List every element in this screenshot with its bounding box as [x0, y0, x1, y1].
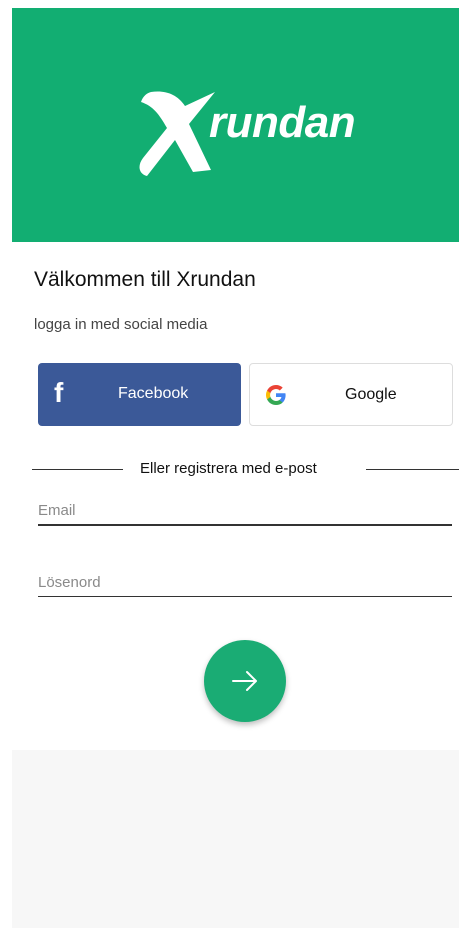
divider-text: Eller registrera med e-post [140, 460, 317, 477]
x-mark-icon [139, 91, 215, 176]
divider-line-right [366, 469, 459, 470]
logo-wordmark: rundan [209, 98, 356, 147]
login-screen: rundan Välkommen till Xrundan logga in m… [12, 8, 459, 928]
footer-area [12, 750, 459, 928]
facebook-login-button[interactable]: f Facebook [38, 363, 241, 426]
password-input[interactable] [38, 570, 452, 594]
google-button-label: Google [345, 386, 397, 403]
facebook-icon: f [54, 377, 64, 408]
email-field [38, 498, 452, 526]
password-field [38, 570, 452, 597]
email-divider: Eller registrera med e-post [32, 460, 459, 480]
email-input[interactable] [38, 498, 452, 522]
xrundan-logo: rundan [137, 84, 357, 184]
page-title: Välkommen till Xrundan [34, 268, 256, 291]
google-login-button[interactable]: Google [249, 363, 453, 426]
facebook-button-label: Facebook [118, 385, 189, 402]
divider-line-left [32, 469, 123, 470]
page-subtitle: logga in med social media [34, 316, 208, 333]
arrow-right-icon [232, 671, 257, 691]
hero-banner: rundan [12, 8, 459, 242]
submit-button[interactable] [204, 640, 286, 722]
google-icon [266, 385, 286, 405]
